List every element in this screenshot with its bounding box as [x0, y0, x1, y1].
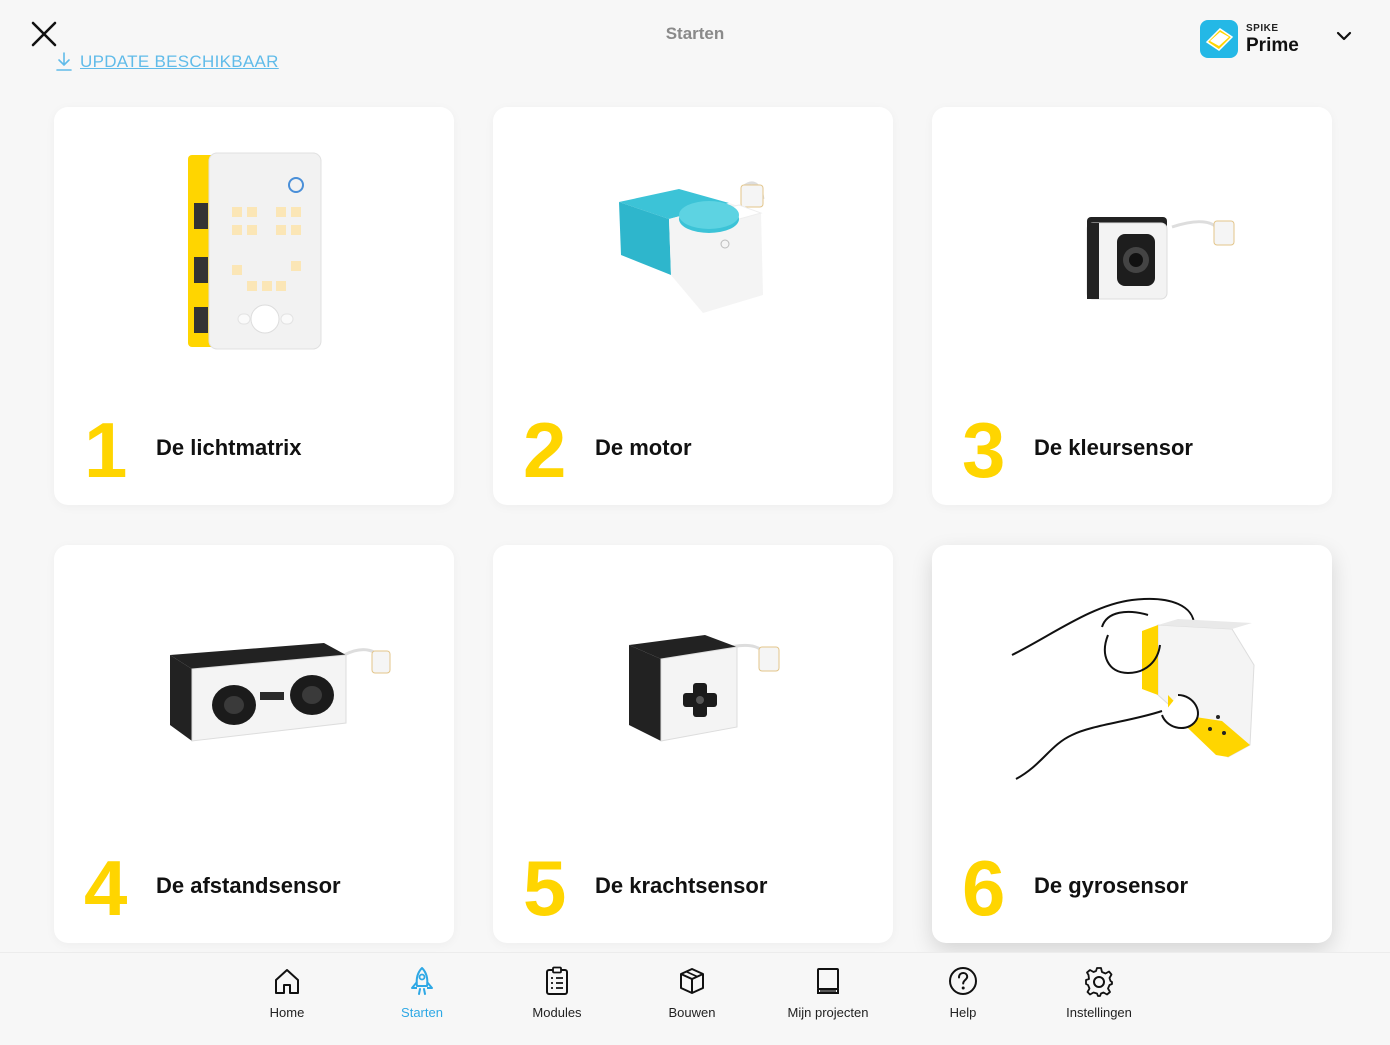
- lesson-number: 1: [84, 406, 128, 494]
- lesson-title: De afstandsensor: [156, 873, 341, 898]
- download-icon: [56, 52, 72, 71]
- lesson-card-color-sensor[interactable]: 3 De kleursensor: [932, 107, 1332, 505]
- lesson-number: 2: [523, 406, 567, 494]
- nav-mijn-projecten[interactable]: Mijn projecten: [763, 953, 893, 1045]
- lesson-grid: 1 De lichtmatrix 2 De motor 3 De kleurse…: [54, 107, 1332, 943]
- lesson-card-motor[interactable]: 2 De motor: [493, 107, 893, 505]
- nav-help[interactable]: Help: [898, 953, 1028, 1045]
- nav-home[interactable]: Home: [222, 953, 352, 1045]
- nav-label: Help: [949, 1005, 977, 1020]
- brand-title: Prime: [1246, 34, 1299, 56]
- lesson-title: De kleursensor: [1034, 435, 1193, 460]
- motor-image: [619, 181, 765, 313]
- lesson-card-gyro-sensor[interactable]: 6 De gyrosensor: [932, 545, 1332, 943]
- update-available-link[interactable]: UPDATE BESCHIKBAAR: [56, 52, 279, 72]
- force-sensor-image: [629, 635, 780, 742]
- clipboard-icon: [546, 966, 568, 995]
- lesson-number: 5: [523, 844, 567, 932]
- home-icon: [275, 969, 299, 994]
- nav-starten[interactable]: Starten: [357, 953, 487, 1045]
- lesson-title: De motor: [595, 435, 692, 460]
- rocket-icon: [411, 967, 433, 995]
- chevron-down-icon[interactable]: [1336, 28, 1352, 44]
- nav-bouwen[interactable]: Bouwen: [627, 953, 757, 1045]
- nav-label: Bouwen: [668, 1005, 716, 1020]
- distance-sensor-image: [170, 643, 391, 742]
- gear-icon: [1085, 967, 1113, 997]
- nav-label: Home: [269, 1005, 305, 1020]
- bottom-navigation: Home Starten Modules Bouwen Mijn project…: [0, 952, 1390, 1045]
- spike-prime-logo: [1200, 20, 1238, 58]
- nav-label: Modules: [532, 1005, 582, 1020]
- hub-image: [188, 152, 322, 350]
- product-switcher[interactable]: SPIKE Prime: [1200, 20, 1299, 58]
- nav-label: Starten: [401, 1005, 443, 1020]
- lesson-number: 6: [962, 844, 1006, 932]
- nav-label: Instellingen: [1066, 1005, 1132, 1020]
- brand-subtitle: SPIKE: [1246, 22, 1279, 34]
- lesson-number: 3: [962, 406, 1006, 494]
- lesson-title: De gyrosensor: [1034, 873, 1189, 898]
- box-icon: [680, 968, 704, 994]
- lesson-title: De krachtsensor: [595, 873, 768, 898]
- nav-instellingen[interactable]: Instellingen: [1034, 953, 1164, 1045]
- lesson-card-force-sensor[interactable]: 5 De krachtsensor: [493, 545, 893, 943]
- lesson-title: De lichtmatrix: [156, 435, 302, 460]
- book-icon: [817, 968, 839, 994]
- nav-label: Mijn projecten: [787, 1005, 869, 1020]
- help-icon: [949, 967, 977, 995]
- gyro-hand-image: [1011, 597, 1255, 780]
- lesson-card-distance-sensor[interactable]: 4 De afstandsensor: [54, 545, 454, 943]
- nav-modules[interactable]: Modules: [492, 953, 622, 1045]
- color-sensor-image: [1086, 217, 1235, 300]
- lesson-card-light-matrix[interactable]: 1 De lichtmatrix: [54, 107, 454, 505]
- lesson-number: 4: [84, 844, 128, 932]
- page-title: Starten: [665, 24, 725, 43]
- update-available-label: UPDATE BESCHIKBAAR: [80, 52, 279, 71]
